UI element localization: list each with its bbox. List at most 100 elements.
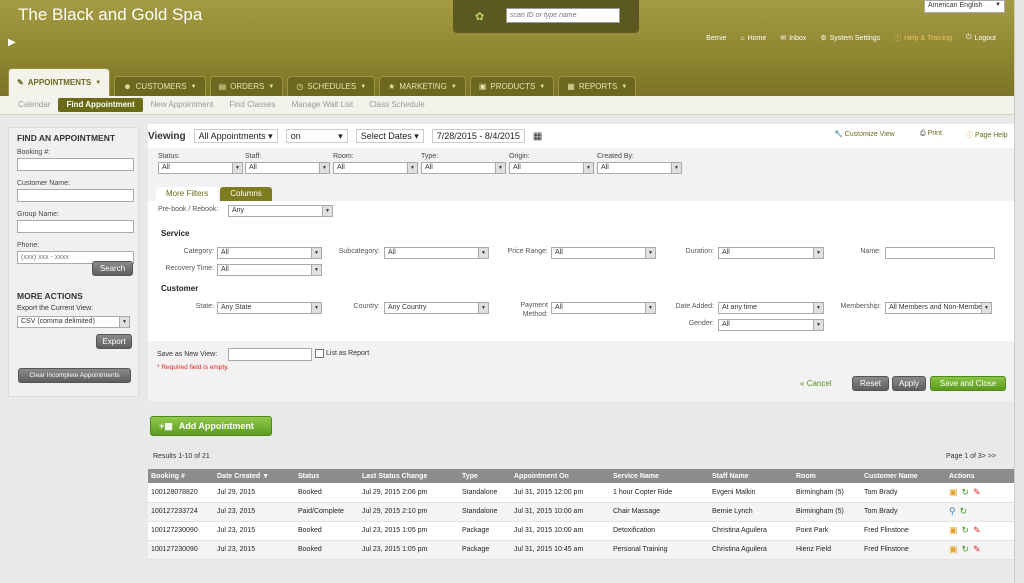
cell-customer-name: Tom Brady [861,483,946,503]
room-select[interactable]: All ▼ [333,162,418,174]
date-mode-select[interactable]: on ▾ [285,129,348,143]
cell-booking[interactable]: 100127233724 [148,502,214,522]
subnav-calendar[interactable]: Calendar [10,98,58,112]
group-name-input[interactable] [17,220,134,233]
export-button[interactable]: Export [96,334,132,349]
scan-input[interactable] [506,8,620,23]
refresh-icon[interactable]: ↻ [962,487,970,498]
subnav-find-classes[interactable]: Find Classes [221,98,283,112]
subnav-class-schedule[interactable]: Class Schedule [361,98,433,112]
language-select[interactable]: American English ▼ [924,0,1005,13]
col-status[interactable]: Status [295,469,359,483]
tab-appointments[interactable]: ✎ APPOINTMENTS ▼ [8,68,111,96]
reset-button[interactable]: Reset [852,376,889,391]
status-select[interactable]: All ▼ [158,162,243,174]
help-link[interactable]: ⓘ Help & Training [894,33,952,43]
group-name-label: Group Name: [17,211,60,218]
results-table: Booking # Date Created ▼ Status Last Sta… [148,469,1016,560]
cell-booking[interactable]: 100127230090 [148,521,214,541]
state-select[interactable]: Any State ▼ [217,302,322,314]
duration-select[interactable]: All ▼ [718,247,824,259]
search-button[interactable]: Search [92,261,133,276]
type-select[interactable]: All ▼ [421,162,506,174]
table-row[interactable]: 100127230090 Jul 23, 2015 Booked Jul 23, 20… [148,521,1016,541]
cancel-link[interactable]: « Cancel [800,379,832,388]
page-scrollbar[interactable] [1014,0,1024,583]
name-input[interactable] [885,247,995,259]
col-last-status-change[interactable]: Last Status Change [359,469,459,483]
refresh-icon[interactable]: ↻ [962,525,970,536]
booking-input[interactable] [17,158,134,171]
subnav-manage-wait-list[interactable]: Manage Wait List [284,98,362,112]
subcategory-select[interactable]: All ▼ [384,247,489,259]
customer-name-input[interactable] [17,189,134,202]
chevron-down-icon: ▼ [232,163,242,173]
edit-pencil-icon[interactable]: ✎ [973,544,981,555]
col-service-name[interactable]: Service Name [610,469,709,483]
gender-value: All [722,321,730,328]
pagination[interactable]: Page 1 of 3> >> [946,453,996,460]
apply-button[interactable]: Apply [892,376,926,391]
select-dates-select[interactable]: Select Dates ▾ [355,129,424,143]
tab-orders[interactable]: ▤ ORDERS ▼ [209,76,284,96]
col-staff-name[interactable]: Staff Name [709,469,793,483]
save-view-input[interactable] [228,348,312,361]
col-customer-name[interactable]: Customer Name [861,469,946,483]
calendar-icon[interactable]: ▦ [533,131,542,142]
prebook-select[interactable]: Any ▼ [228,205,333,217]
list-as-report-checkbox[interactable] [315,349,324,358]
date-range-input[interactable]: 7/28/2015 - 8/4/2015 [431,129,525,143]
tab-more-filters[interactable]: More Filters [156,187,219,201]
customize-view-link[interactable]: 🔧 Customize View [834,130,895,138]
table-row[interactable]: 100127230090 Jul 23, 2015 Booked Jul 23, 20… [148,540,1016,560]
col-type[interactable]: Type [459,469,511,483]
page-help-link[interactable]: ⓘ Page Help [966,130,1014,140]
table-row[interactable]: 100128078820 Jul 29, 2015 Booked Jul 29, 20… [148,483,1016,503]
col-date-created[interactable]: Date Created ▼ [214,469,295,483]
edit-pencil-icon[interactable]: ✎ [973,525,981,536]
user-link[interactable]: Bernie [706,35,726,42]
created-by-select[interactable]: All ▼ [597,162,682,174]
subnav-new-appointment[interactable]: New Appointment [143,98,222,112]
date-added-select[interactable]: At any time ▼ [718,302,824,314]
cell-booking[interactable]: 100127230090 [148,540,214,560]
export-format-select[interactable]: CSV (comma delimited) ▼ [17,316,130,328]
tab-schedules[interactable]: ◷ SCHEDULES ▼ [287,76,376,96]
category-select[interactable]: All ▼ [217,247,322,259]
print-link[interactable]: ⎙ Print [920,130,942,138]
edit-pencil-icon[interactable]: ✎ [973,487,981,498]
tab-customers[interactable]: ☻ CUSTOMERS ▼ [114,76,206,96]
search-receipt-icon[interactable]: ⚲ [949,506,956,517]
view-select[interactable]: All Appointments ▾ [193,129,278,143]
tab-reports[interactable]: ▦ REPORTS ▼ [558,76,637,96]
subnav-find-appointment[interactable]: Find Appointment [58,98,143,112]
col-booking[interactable]: Booking # [148,469,214,483]
tab-columns[interactable]: Columns [220,187,272,201]
col-room[interactable]: Room [793,469,861,483]
tab-products[interactable]: ▣ PRODUCTS ▼ [469,76,555,96]
clear-incomplete-button[interactable]: Clear Incomplete Appointments [18,368,131,383]
cell-booking[interactable]: 100128078820 [148,483,214,503]
inbox-link[interactable]: ✉ Inbox [780,34,806,43]
checkin-icon[interactable]: ▣ [949,487,958,498]
logout-link[interactable]: ⏻ Logout [966,34,996,42]
col-appointment-on[interactable]: Appointment On [511,469,610,483]
add-appointment-button[interactable]: +▦ Add Appointment [150,416,272,436]
gender-select[interactable]: All ▼ [718,319,824,331]
save-and-close-button[interactable]: Save and Close [930,376,1006,391]
country-select[interactable]: Any Country ▼ [384,302,489,314]
payment-method-select[interactable]: All ▼ [551,302,656,314]
system-settings-link[interactable]: ⚙ System Settings [820,34,880,43]
origin-select[interactable]: All ▼ [509,162,594,174]
refresh-icon[interactable]: ↻ [960,506,968,517]
home-link[interactable]: ⌂ Home [740,35,766,42]
checkin-icon[interactable]: ▣ [949,544,958,555]
recovery-time-select[interactable]: All ▼ [217,264,322,276]
table-row[interactable]: 100127233724 Jul 23, 2015 Paid/Complete Jul… [148,502,1016,522]
staff-select[interactable]: All ▼ [245,162,330,174]
price-range-select[interactable]: All ▼ [551,247,656,259]
membership-select[interactable]: All Members and Non-Members ▼ [885,302,992,314]
refresh-icon[interactable]: ↻ [962,544,970,555]
tab-marketing[interactable]: ★ MARKETING ▼ [379,76,466,96]
checkin-icon[interactable]: ▣ [949,525,958,536]
